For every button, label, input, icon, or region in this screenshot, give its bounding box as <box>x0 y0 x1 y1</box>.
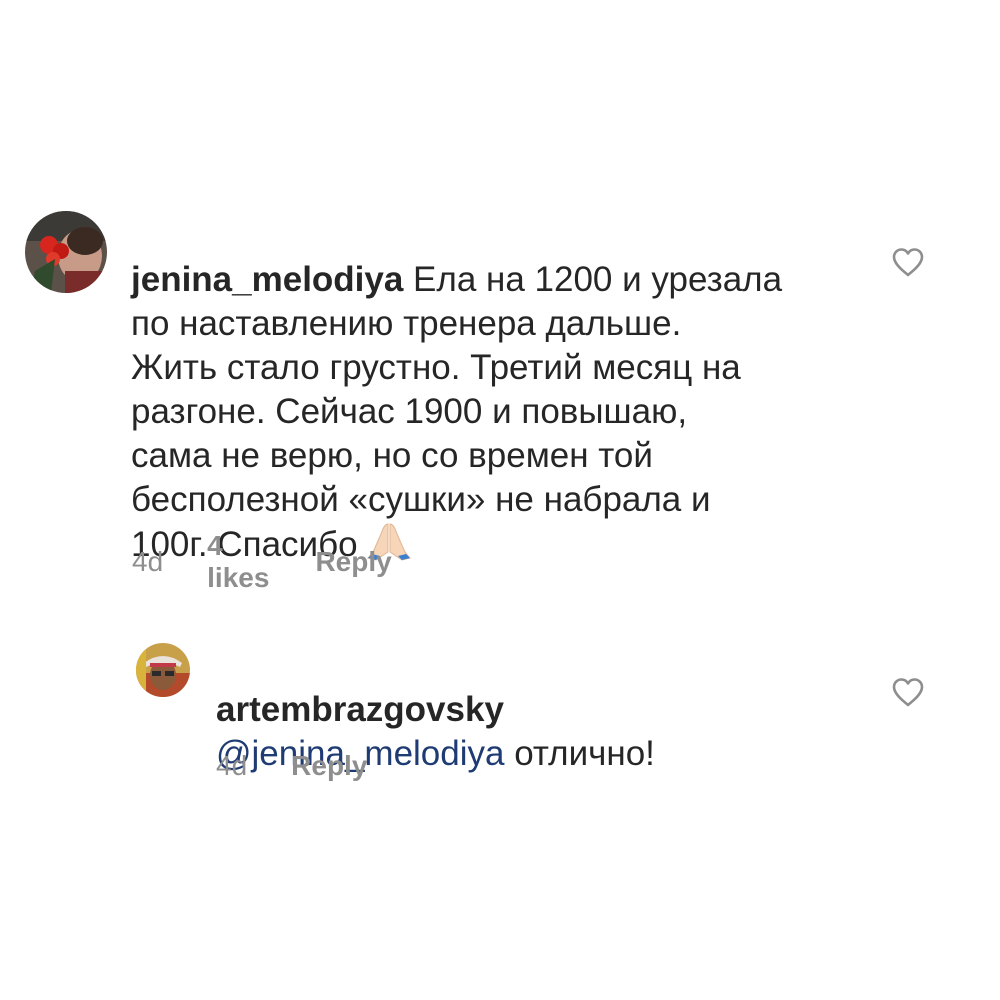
avatar-image <box>136 643 190 697</box>
reply-button[interactable]: Reply <box>315 546 391 578</box>
comment-body: по наставлению тренера дальше. Жить стал… <box>131 304 741 564</box>
comment-body-first: Ела на 1200 и урезала <box>403 260 783 299</box>
comment-timestamp: 4d <box>132 546 164 577</box>
like-heart-icon[interactable] <box>891 677 925 707</box>
likes-count-button[interactable]: 4 likes <box>207 530 269 594</box>
avatar-image <box>25 211 107 293</box>
comment-text: jenina_melodiya Ела на 1200 и урезала по… <box>131 214 851 573</box>
comment-meta: 4d Reply <box>216 750 367 782</box>
comment-body: отлично! <box>504 734 655 773</box>
avatar[interactable] <box>25 211 107 293</box>
comment-meta: 4d 4 likes Reply <box>132 530 392 594</box>
avatar[interactable] <box>136 643 190 697</box>
comment-username[interactable]: jenina_melodiya <box>131 260 403 299</box>
comment-timestamp: 4d <box>216 750 248 781</box>
like-heart-icon[interactable] <box>891 247 925 277</box>
reply-button[interactable]: Reply <box>291 750 367 782</box>
comment-username[interactable]: artembrazgovsky <box>216 690 504 729</box>
